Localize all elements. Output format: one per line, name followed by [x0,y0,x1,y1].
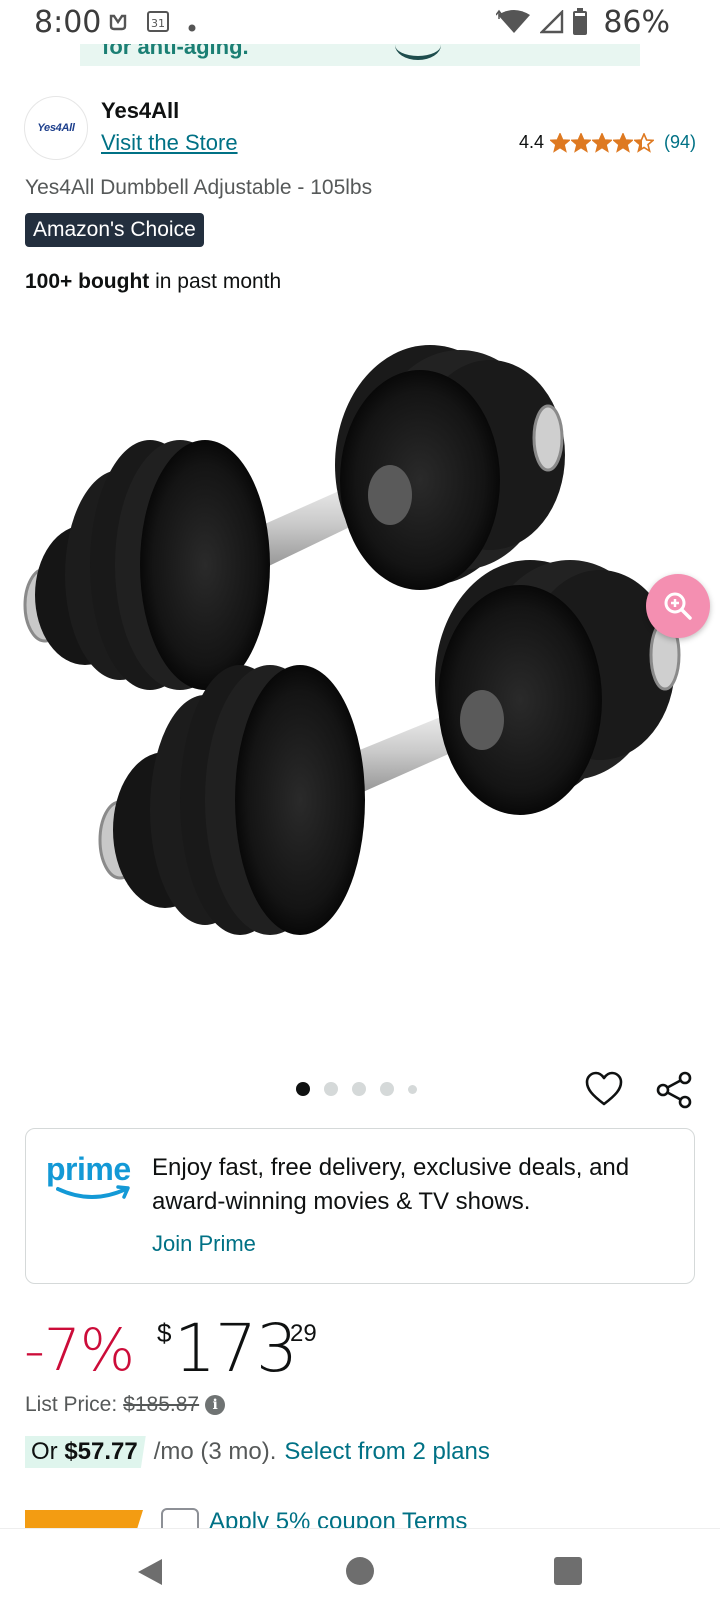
prime-smile-icon [56,1185,130,1199]
ad-banner[interactable]: for anti-aging. [80,44,640,66]
back-triangle-icon [138,1559,162,1585]
bought-count-strong: 100+ bought [25,270,150,293]
ad-text: for anti-aging. [102,44,249,59]
battery-icon [572,8,588,41]
calendar-icon: 31 [146,9,170,38]
coupon-row: Apply 5% coupon Terms [25,1508,585,1528]
prime-logo: prime [46,1151,136,1207]
zoom-button[interactable] [646,574,710,638]
nav-recents-button[interactable] [554,1557,582,1585]
join-prime-link[interactable]: Join Prime [152,1231,256,1257]
rating-summary[interactable]: 4.4 (94) [519,132,696,153]
prime-message: Enjoy fast, free delivery, exclusive dea… [152,1154,630,1215]
installment-offer: Or $57.77 /mo (3 mo). Select from 2 plan… [25,1436,490,1468]
carousel-dot[interactable] [380,1082,394,1096]
wifi-icon [495,9,532,40]
carousel-dot[interactable] [352,1082,366,1096]
star-icon [612,132,633,153]
heart-icon [585,1071,623,1106]
battery-percent: 86% [603,5,670,40]
visit-store-link[interactable]: Visit the Store [101,130,238,156]
status-time: 8:00 [34,5,102,40]
ad-graphic [395,44,441,60]
prime-logo-text: prime [46,1151,131,1187]
prime-promo-card[interactable]: prime Enjoy fast, free delivery, exclusi… [25,1128,695,1284]
signal-icon [539,9,564,39]
coupon-text[interactable]: Apply 5% coupon Terms [209,1508,467,1528]
brand-logo[interactable]: Yes4All [24,96,88,160]
rating-value: 4.4 [518,132,544,152]
carousel-dot[interactable] [296,1082,310,1096]
select-plans-link[interactable]: Select from 2 plans [284,1438,489,1466]
installment-prefix: Or [31,1438,65,1465]
svg-text:31: 31 [151,17,165,30]
bought-count: 100+ bought in past month [25,270,281,294]
coupon-checkbox[interactable] [161,1508,199,1528]
nav-home-button[interactable] [346,1557,374,1585]
installment-amount: $57.77 [64,1438,138,1465]
bought-count-rest: in past month [149,270,282,293]
star-icon [633,132,654,153]
seller-name[interactable]: Yes4All [101,98,179,124]
image-carousel-dots[interactable] [296,1082,417,1096]
list-price: List Price: $185.87 i [25,1393,226,1417]
star-icon [549,132,570,153]
installment-terms: /mo (3 mo). [153,1438,277,1465]
dot-icon [188,16,196,37]
discount-percent: -7% [24,1316,135,1384]
notification-icon [108,12,128,37]
share-icon [656,1071,692,1109]
installment-amount-pill: Or $57.77 [25,1436,146,1468]
carousel-dot[interactable] [324,1082,338,1096]
wishlist-button[interactable] [584,1070,624,1110]
nav-back-button[interactable] [136,1557,164,1592]
carousel-dot[interactable] [408,1084,417,1094]
star-icon [570,132,591,153]
info-icon[interactable]: i [205,1395,226,1415]
brand-logo-text: Yes4All [37,122,75,134]
price-whole: 173 [174,1310,298,1387]
dumbbells-illustration [23,345,681,935]
amazons-choice-badge[interactable]: Amazon's Choice [25,213,204,247]
product-title: Yes4All Dumbbell Adjustable - 105lbs [25,176,373,199]
zoom-in-icon [664,592,692,620]
product-image[interactable] [0,320,720,1040]
list-price-value: $185.87 [123,1393,200,1416]
status-bar: 8:00 31 86% [0,0,720,44]
price-currency: $ [157,1318,172,1348]
list-price-label: List Price: [25,1393,118,1416]
system-nav-bar [0,1528,720,1612]
star-icon [591,132,612,153]
star-rating [549,132,654,153]
price-fraction: 29 [290,1320,317,1347]
coupon-badge [25,1510,143,1528]
share-button[interactable] [654,1070,694,1110]
rating-count[interactable]: (94) [664,132,696,153]
